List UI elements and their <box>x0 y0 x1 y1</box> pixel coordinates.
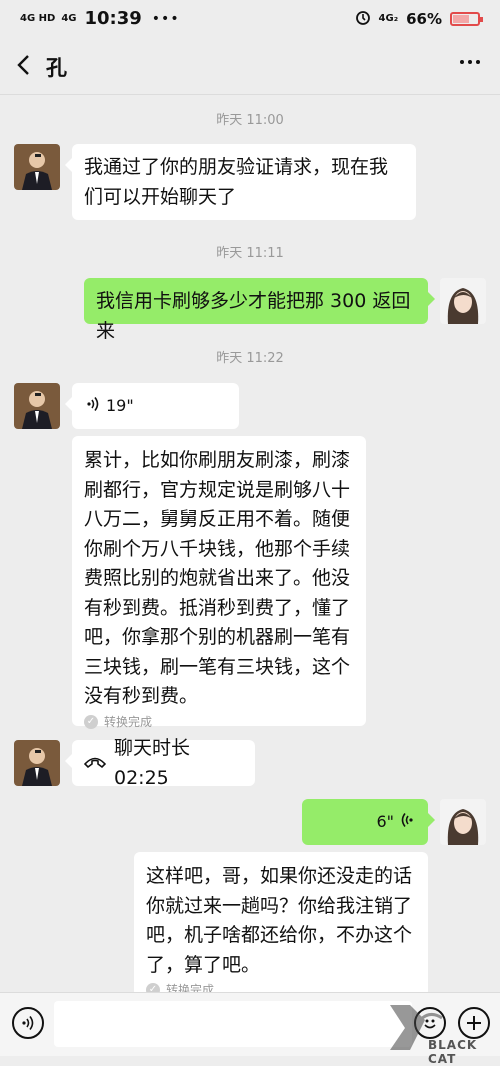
contact-avatar[interactable] <box>14 144 60 190</box>
voice-input-icon[interactable] <box>12 1007 44 1039</box>
battery-icon <box>450 12 483 26</box>
message-input[interactable] <box>54 1001 412 1047</box>
chat-header: 孔 <box>0 38 500 95</box>
voice-message[interactable]: 19" <box>65 383 239 429</box>
voice-transcription-self[interactable]: 这样吧，哥，如果你还没走的话你就过来一趟吗？你给我注销了吧，机子啥都还给你，不办… <box>134 852 428 997</box>
contact-avatar[interactable] <box>14 740 60 786</box>
voice-duration: 19" <box>106 396 134 415</box>
notification-dots-icon: ••• <box>151 10 180 27</box>
call-duration: 聊天时长 02:25 <box>114 737 191 789</box>
message-bubble[interactable]: 我通过了你的朋友验证请求，现在我们可以开始聊天了 <box>65 144 416 220</box>
signal-4g2-icon: 4G₂ <box>378 13 399 24</box>
battery-percent: 66% <box>406 10 442 28</box>
voice-message-self[interactable]: 6" <box>302 799 435 845</box>
call-record[interactable]: 聊天时长 02:25 <box>65 737 255 789</box>
voice-duration: 6" <box>376 812 394 831</box>
status-bar: 4G HD 4G 10:39 ••• 4G₂ 66% <box>0 0 500 38</box>
voice-wave-icon <box>86 391 100 421</box>
voice-transcription[interactable]: 累计，比如你刷朋友刷漆，刷漆刷都行，官方规定说是刷够八十八万二，舅舅反正用不着。… <box>72 436 366 729</box>
phone-hangup-icon <box>83 748 107 778</box>
check-icon: ✓ <box>84 714 98 729</box>
voice-wave-icon <box>400 807 414 837</box>
chat-title: 孔 <box>46 56 67 80</box>
conversion-status: ✓ 转换完成 <box>84 714 354 730</box>
timestamp: 昨天 11:00 <box>216 113 284 128</box>
alarm-icon <box>355 9 371 29</box>
transcription-text: 累计，比如你刷朋友刷漆，刷漆刷都行，官方规定说是刷够八十八万二，舅舅反正用不着。… <box>84 449 351 707</box>
transcription-text: 这样吧，哥，如果你还没走的话你就过来一趟吗？你给我注销了吧，机子啥都还给你，不办… <box>146 865 413 976</box>
self-avatar[interactable] <box>440 799 486 845</box>
contact-avatar[interactable] <box>14 383 60 429</box>
timestamp: 昨天 11:11 <box>216 246 284 261</box>
timestamp: 昨天 11:22 <box>216 351 284 366</box>
self-avatar[interactable] <box>440 278 486 324</box>
signal-4g-hd-icon: 4G HD <box>20 12 56 24</box>
message-bubble-self[interactable]: 我信用卡刷够多少才能把那 300 返回来 <box>84 278 435 342</box>
more-options-icon[interactable] <box>458 50 482 80</box>
signal-4g-icon: 4G <box>61 12 77 24</box>
watermark-text: BLACK CAT <box>428 1038 478 1066</box>
clock-time: 10:39 <box>84 8 142 29</box>
back-arrow-icon[interactable] <box>14 50 44 80</box>
